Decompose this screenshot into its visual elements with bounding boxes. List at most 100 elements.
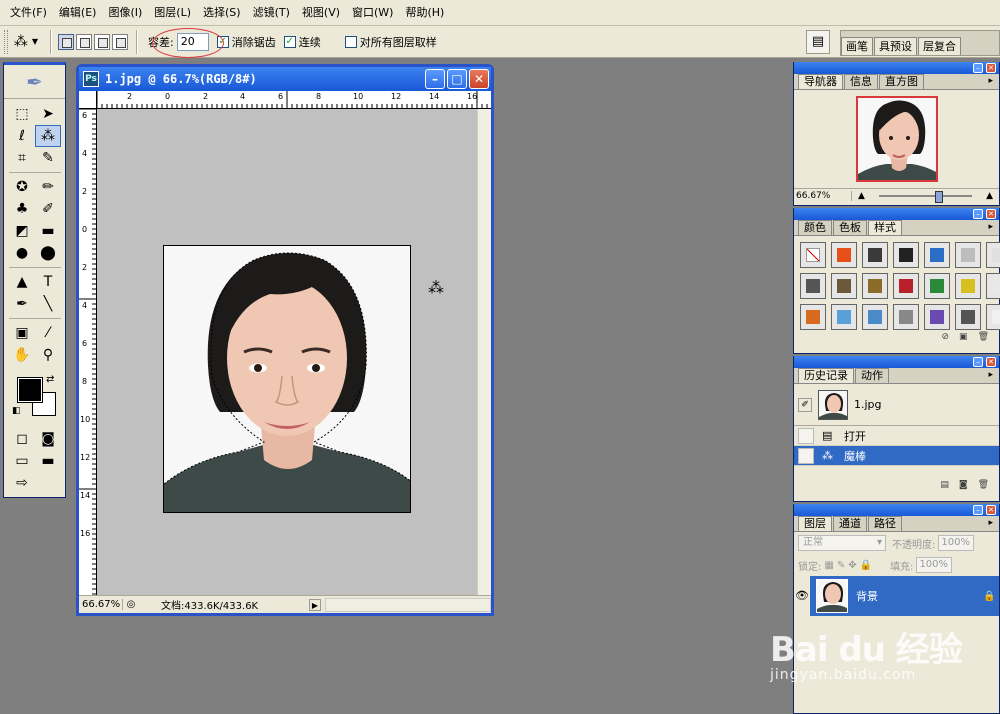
swap-colors-icon[interactable]: ⇄ <box>46 374 54 385</box>
menu-filter[interactable]: 滤镜(T) <box>247 0 296 26</box>
lasso-tool-icon[interactable]: ℓ <box>9 125 35 147</box>
style-swatch[interactable] <box>986 273 1000 299</box>
ruler-top[interactable]: 2 0 2 4 6 8 10 12 14 16 <box>97 91 491 109</box>
tab-color[interactable]: 颜色 <box>798 220 832 235</box>
clear-style-icon[interactable]: ⊘ <box>942 332 950 342</box>
history-brush-icon[interactable]: ✐ <box>35 198 61 220</box>
menu-select[interactable]: 选择(S) <box>197 0 247 26</box>
tab-actions[interactable]: 动作 <box>855 368 889 383</box>
panel-close-button[interactable]: ✕ <box>986 63 996 73</box>
tab-styles[interactable]: 样式 <box>868 220 902 235</box>
style-swatch[interactable] <box>893 304 919 330</box>
navigator-zoom[interactable]: 66.67% <box>796 190 852 201</box>
style-none-swatch[interactable] <box>800 242 826 268</box>
style-swatch[interactable] <box>831 273 857 299</box>
panel-titlebar[interactable]: – ✕ <box>794 504 999 516</box>
status-menu-arrow-icon[interactable]: ▶ <box>309 598 321 611</box>
style-swatch[interactable] <box>862 242 888 268</box>
panel-menu-icon[interactable]: ▸ <box>988 370 993 380</box>
menu-file[interactable]: 文件(F) <box>4 0 53 26</box>
style-swatch[interactable] <box>955 273 981 299</box>
well-tab-brushes[interactable]: 画笔 <box>841 37 873 55</box>
default-colors-icon[interactable]: ◧ <box>12 406 21 416</box>
style-swatch[interactable] <box>893 242 919 268</box>
style-swatch[interactable] <box>862 273 888 299</box>
style-swatch[interactable] <box>893 273 919 299</box>
tab-paths[interactable]: 路径 <box>868 516 902 531</box>
panel-titlebar[interactable]: – ✕ <box>794 356 999 368</box>
history-snapshot[interactable]: ✐ 1.jpg <box>794 384 999 426</box>
line-tool-icon[interactable]: ╲ <box>35 293 61 315</box>
eraser-tool-icon[interactable]: ◩ <box>9 220 35 242</box>
anti-alias-checkbox[interactable]: ✓ 消除锯齿 <box>216 34 276 50</box>
zoom-level[interactable]: 66.67% <box>79 599 123 610</box>
tool-preset-picker[interactable]: ⁂ ▼ <box>8 30 44 54</box>
hand-tool-icon[interactable]: ✋ <box>9 344 35 366</box>
zoom-in-icon[interactable]: ▲ <box>986 191 993 201</box>
menu-layer[interactable]: 图层(L) <box>148 0 197 26</box>
style-swatch[interactable] <box>924 304 950 330</box>
panel-titlebar[interactable]: – ✕ <box>794 208 999 220</box>
style-swatch[interactable] <box>955 242 981 268</box>
standard-mode-icon[interactable]: ◻ <box>9 428 35 450</box>
history-brush-source-icon[interactable]: ✐ <box>798 397 812 412</box>
new-selection-button[interactable] <box>58 33 74 50</box>
screen-mode-icon[interactable]: ▭ <box>9 450 35 472</box>
contiguous-checkbox[interactable]: ✓ 连续 <box>283 34 321 50</box>
dodge-tool-icon[interactable]: ⬤ <box>35 242 61 264</box>
full-screen-icon[interactable]: ▬ <box>35 450 61 472</box>
ruler-origin[interactable] <box>79 91 97 109</box>
vertical-scrollbar[interactable] <box>477 109 491 595</box>
panel-minimize-button[interactable]: – <box>973 63 983 73</box>
eye-icon[interactable]: 👁 <box>794 576 810 616</box>
delete-icon[interactable]: 🗑 <box>978 480 989 490</box>
lock-transparency-icon[interactable]: ▦ <box>824 560 833 571</box>
gradient-tool-icon[interactable]: ▬ <box>35 220 61 242</box>
intersect-selection-button[interactable] <box>112 33 128 50</box>
jump-to-imageready-icon[interactable]: ⇨ <box>9 472 35 494</box>
zoom-slider[interactable] <box>878 190 973 203</box>
menu-image[interactable]: 图像(I) <box>102 0 148 26</box>
new-style-icon[interactable]: ▣ <box>959 332 968 342</box>
style-swatch[interactable] <box>986 304 1000 330</box>
healing-brush-icon[interactable]: ✪ <box>9 176 35 198</box>
path-select-icon[interactable]: ▲ <box>9 271 35 293</box>
style-swatch[interactable] <box>955 304 981 330</box>
tab-channels[interactable]: 通道 <box>833 516 867 531</box>
style-swatch[interactable] <box>986 242 1000 268</box>
layer-row-background[interactable]: 👁 背景 🔒 <box>794 576 999 616</box>
style-swatch[interactable] <box>831 242 857 268</box>
menu-view[interactable]: 视图(V) <box>296 0 346 26</box>
panel-minimize-button[interactable]: – <box>973 505 983 515</box>
menu-window[interactable]: 窗口(W) <box>346 0 399 26</box>
document-titlebar[interactable]: Ps 1.jpg @ 66.7%(RGB/8#) – □ ✕ <box>79 67 491 91</box>
clone-stamp-icon[interactable]: ♣ <box>9 198 35 220</box>
maximize-button[interactable]: □ <box>447 69 467 89</box>
panel-minimize-button[interactable]: – <box>973 357 983 367</box>
brush-tool-icon[interactable]: ✏ <box>35 176 61 198</box>
foreground-color[interactable] <box>17 377 43 403</box>
blur-tool-icon[interactable]: ● <box>9 242 35 264</box>
eyedropper-tool-icon[interactable]: ⁄ <box>35 322 61 344</box>
fill-input[interactable]: 100% <box>916 557 953 573</box>
panel-menu-icon[interactable]: ▸ <box>988 76 993 86</box>
minimize-button[interactable]: – <box>425 69 445 89</box>
navigator-thumbnail[interactable] <box>855 96 938 182</box>
feather-icon[interactable]: ✒ <box>4 65 65 99</box>
delete-icon[interactable]: 🗑 <box>978 332 989 342</box>
marquee-tool-icon[interactable]: ⬚ <box>9 103 35 125</box>
quick-mask-icon[interactable]: ◙ <box>35 428 61 450</box>
panel-minimize-button[interactable]: – <box>973 209 983 219</box>
close-button[interactable]: ✕ <box>469 69 489 89</box>
notes-tool-icon[interactable]: ▣ <box>9 322 35 344</box>
tab-swatches[interactable]: 色板 <box>833 220 867 235</box>
slice-tool-icon[interactable]: ✎ <box>35 147 61 169</box>
menu-edit[interactable]: 编辑(E) <box>53 0 103 26</box>
move-tool-icon[interactable]: ➤ <box>35 103 61 125</box>
canvas-area[interactable] <box>97 109 491 595</box>
pen-tool-icon[interactable]: ✒ <box>9 293 35 315</box>
add-to-selection-button[interactable] <box>76 33 92 50</box>
ruler-left[interactable]: 6 4 2 0 2 4 6 8 10 12 14 16 <box>79 109 97 595</box>
crop-tool-icon[interactable]: ⌗ <box>9 147 35 169</box>
style-swatch[interactable] <box>862 304 888 330</box>
